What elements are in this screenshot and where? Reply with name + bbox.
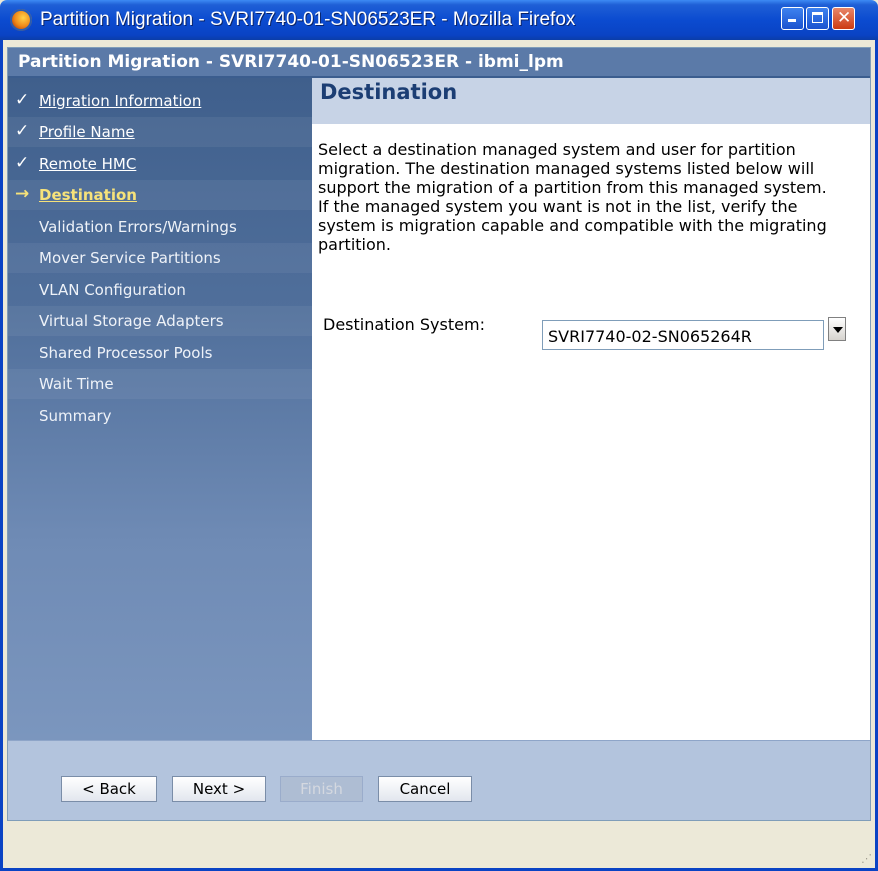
nav-step-label: Wait Time [39,375,114,393]
nav-step-label: VLAN Configuration [39,281,186,299]
destination-system-label: Destination System: [323,315,485,334]
check-icon: ✓ [15,121,30,141]
close-button[interactable]: ✕ [832,7,855,30]
wizard-content: Partition Migration - SVRI7740-01-SN0652… [7,47,871,821]
nav-step-validation: Validation Errors/Warnings [8,212,312,242]
step-description: Select a destination managed system and … [318,140,827,254]
nav-step-destination[interactable]: → Destination [8,180,312,210]
destination-system-select[interactable]: SVRI7740-02-SN065264R [542,320,824,350]
nav-step-label: Validation Errors/Warnings [39,218,237,236]
nav-step-virtual-storage-adapters: Virtual Storage Adapters [8,306,312,336]
minimize-icon [788,19,796,22]
check-icon: ✓ [15,90,30,110]
nav-step-remote-hmc[interactable]: ✓ Remote HMC [8,149,312,179]
wizard-step-nav: ✓ Migration Information ✓ Profile Name ✓… [8,78,312,740]
nav-step-label[interactable]: Migration Information [39,92,201,110]
nav-step-migration-information[interactable]: ✓ Migration Information [8,86,312,116]
finish-button: Finish [280,776,363,802]
cancel-button[interactable]: Cancel [378,776,472,802]
wizard-title: Partition Migration - SVRI7740-01-SN0652… [18,52,564,72]
nav-step-label: Shared Processor Pools [39,344,213,362]
nav-step-shared-processor-pools: Shared Processor Pools [8,338,312,368]
arrow-right-icon: → [15,184,30,204]
nav-step-label: Mover Service Partitions [39,249,221,267]
window-titlebar: Partition Migration - SVRI7740-01-SN0652… [0,0,878,40]
maximize-button[interactable] [806,7,829,30]
nav-step-vlan-configuration: VLAN Configuration [8,275,312,305]
close-icon: ✕ [837,8,852,28]
nav-step-label[interactable]: Profile Name [39,123,135,141]
wizard-header: Partition Migration - SVRI7740-01-SN0652… [8,48,870,78]
check-icon: ✓ [15,153,30,173]
step-heading: Destination [320,80,458,104]
minimize-button[interactable] [781,7,804,30]
nav-step-mover-service-partitions: Mover Service Partitions [8,243,312,273]
nav-step-label[interactable]: Remote HMC [39,155,136,173]
back-button[interactable]: < Back [61,776,157,802]
dropdown-arrow-icon[interactable] [828,317,846,341]
nav-step-summary: Summary [8,401,312,431]
next-button[interactable]: Next > [172,776,266,802]
nav-step-label: Summary [39,407,112,425]
wizard-main-panel: Destination Select a destination managed… [312,78,870,740]
wizard-footer: < Back Next > Finish Cancel [8,740,870,820]
nav-step-label: Virtual Storage Adapters [39,312,224,330]
resize-grip-icon[interactable]: ⋰ [861,852,872,865]
firefox-icon [10,9,32,31]
step-heading-bar: Destination [312,78,870,124]
maximize-icon [812,12,823,23]
nav-step-profile-name[interactable]: ✓ Profile Name [8,117,312,147]
window-title: Partition Migration - SVRI7740-01-SN0652… [40,9,576,30]
nav-step-label[interactable]: Destination [39,186,137,204]
nav-step-wait-time: Wait Time [8,369,312,399]
